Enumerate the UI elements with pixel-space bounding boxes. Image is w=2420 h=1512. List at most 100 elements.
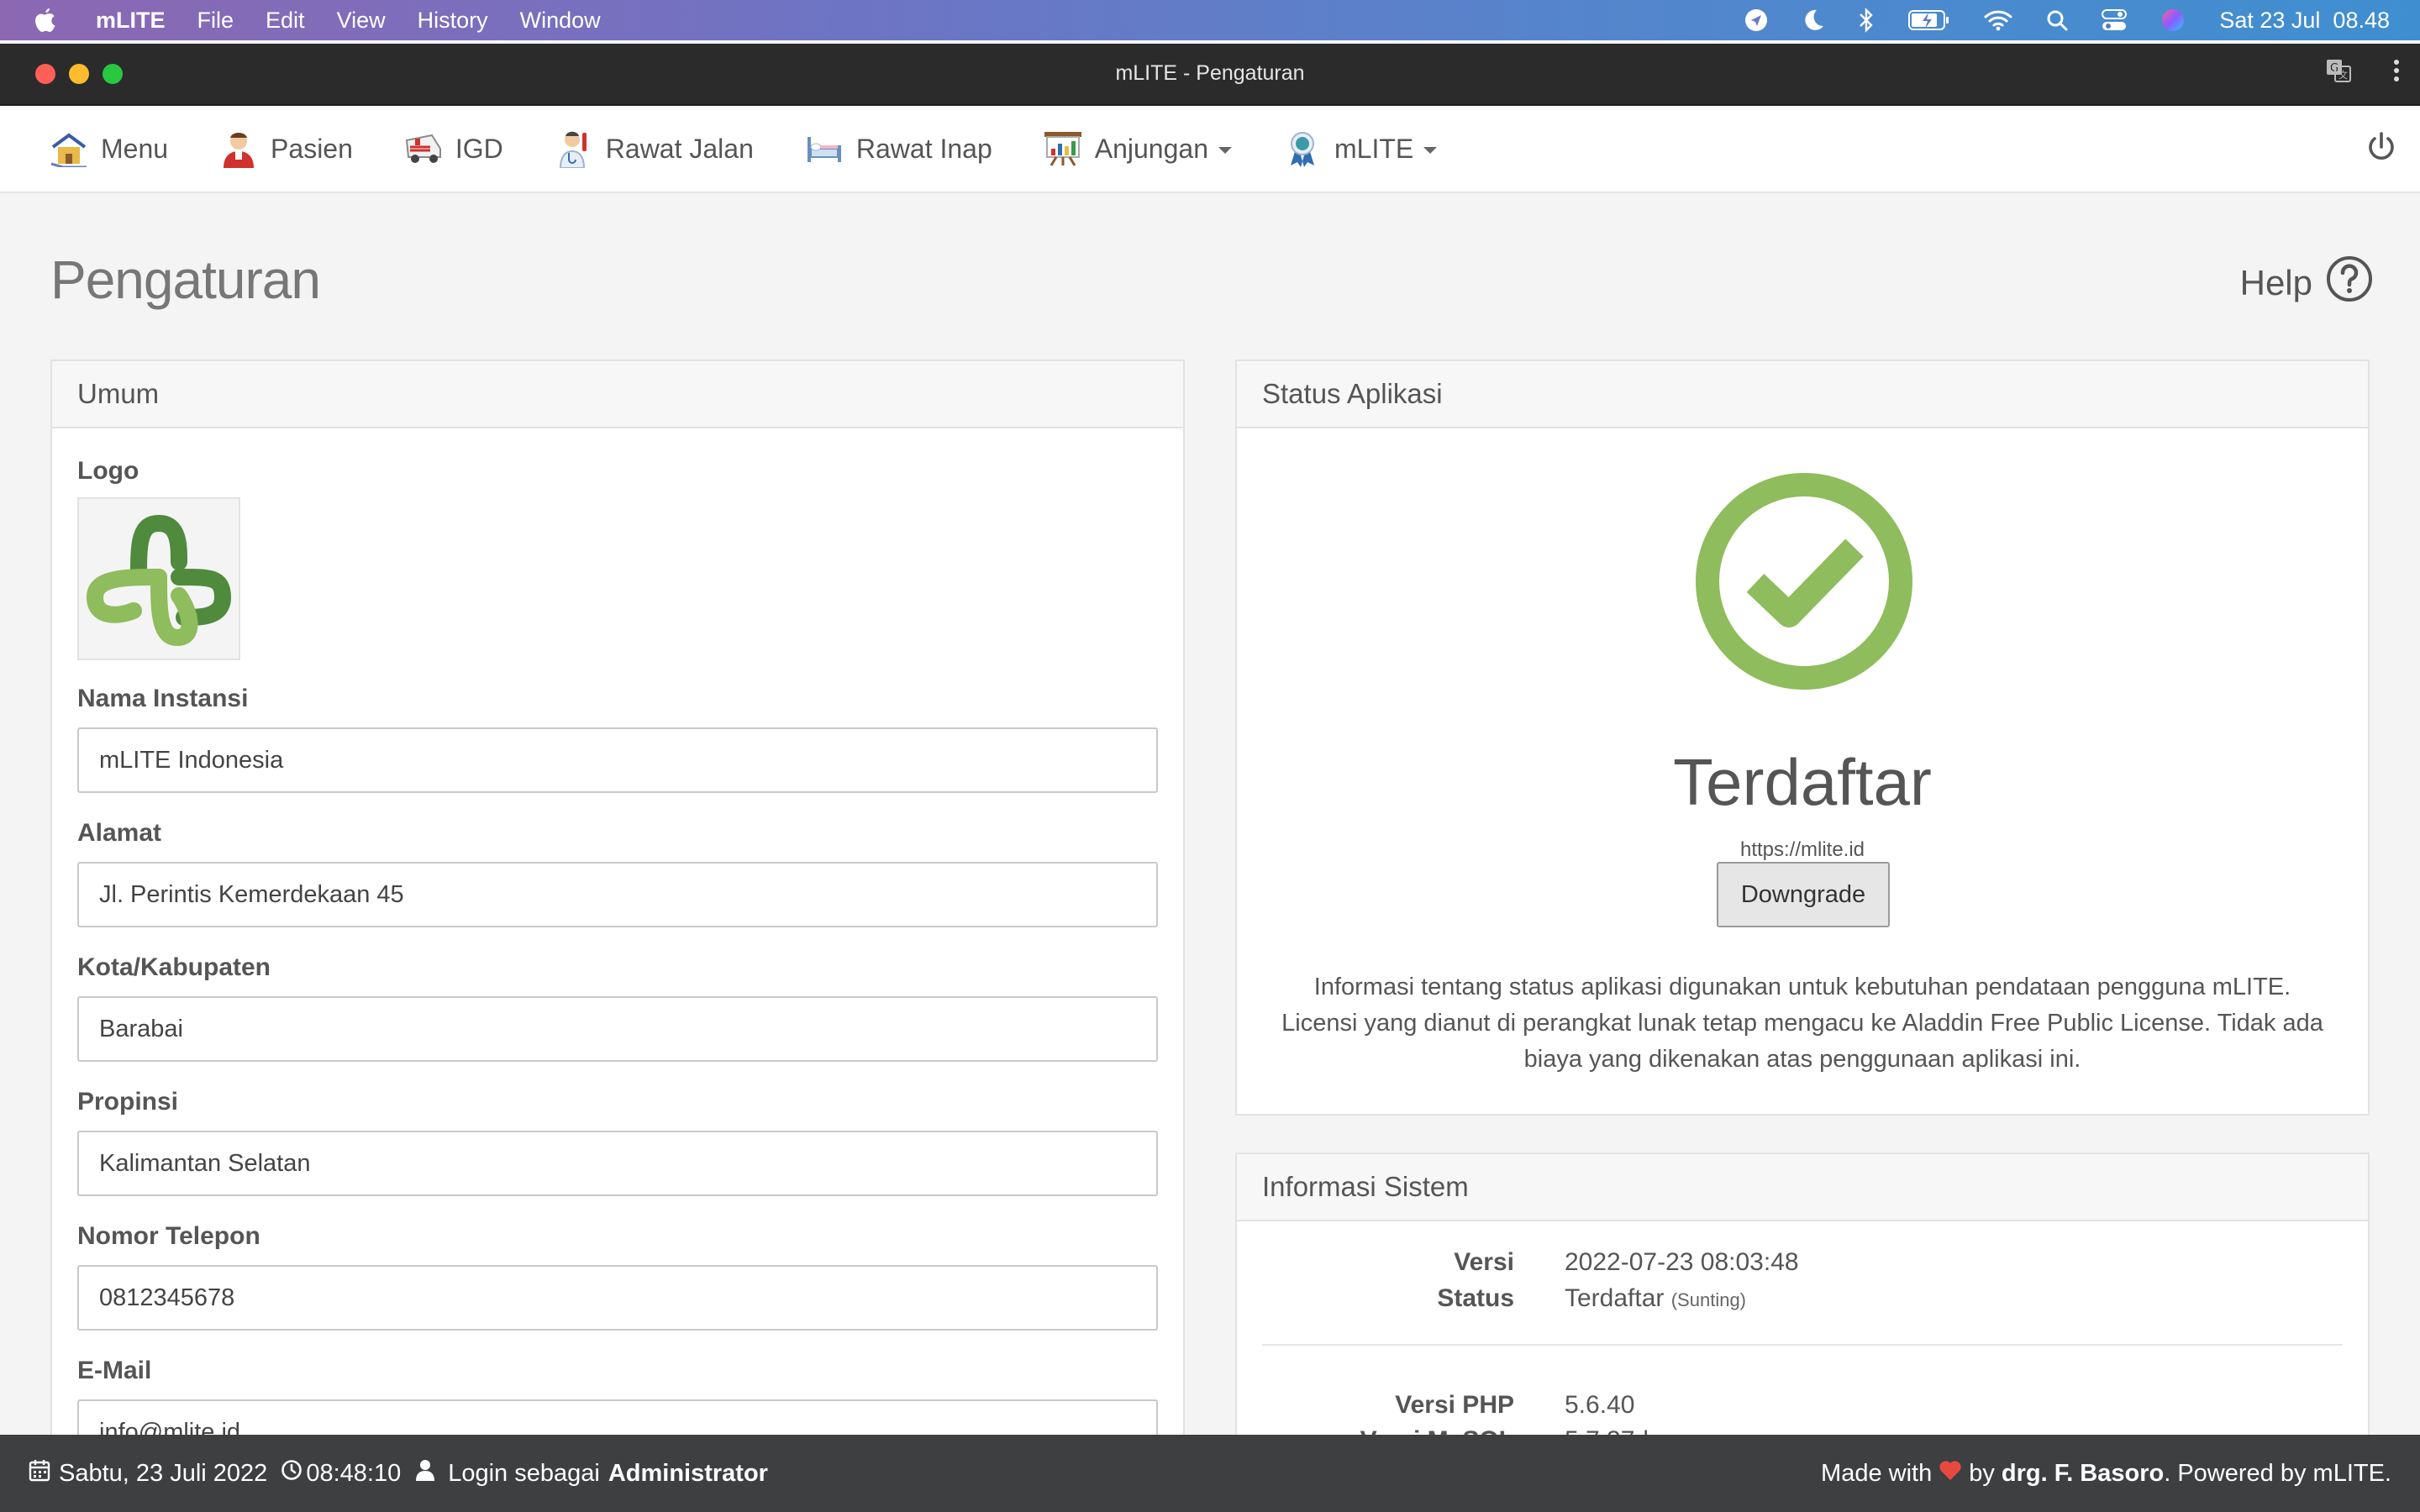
nav-item-menu[interactable]: Menu xyxy=(49,129,168,169)
footer-author[interactable]: drg. F. Basoro xyxy=(2002,1460,2164,1488)
field-label-kota: Kota/Kabupaten xyxy=(77,953,271,981)
menubar-window[interactable]: Window xyxy=(520,8,601,34)
nav-label-menu: Menu xyxy=(101,133,169,164)
window-title: mLITE - Pengaturan xyxy=(1115,61,1305,85)
translate-icon[interactable]: G文 xyxy=(2326,59,2351,88)
footer-powered: . Powered by mLITE. xyxy=(2164,1459,2391,1487)
calendar-icon xyxy=(29,1458,50,1488)
siri-icon[interactable] xyxy=(2160,8,2186,33)
battery-icon[interactable] xyxy=(1908,9,1950,31)
status-aplikasi-panel: Status Aplikasi Terdaftar https://mlite.… xyxy=(1235,360,2370,1116)
user-icon xyxy=(416,1459,435,1488)
question-circle-icon xyxy=(2326,255,2373,311)
clock-icon xyxy=(281,1459,302,1488)
menubar-view[interactable]: View xyxy=(337,8,386,34)
nav-label-rawat-jalan: Rawat Jalan xyxy=(605,133,754,164)
help-label: Help xyxy=(2239,263,2312,302)
bluetooth-icon[interactable] xyxy=(1858,8,1875,33)
patient-icon xyxy=(218,129,259,169)
nav-item-rawat-inap[interactable]: Rawat Inap xyxy=(804,129,992,169)
field-label-propinsi: Propinsi xyxy=(77,1088,179,1116)
nav-label-pasien: Pasien xyxy=(271,133,353,164)
chevron-down-icon xyxy=(1218,147,1232,154)
nav-item-mlite[interactable]: mLITE xyxy=(1282,129,1438,169)
sunting-link[interactable]: (Sunting) xyxy=(1671,1289,1746,1310)
bed-icon xyxy=(804,129,844,169)
nav-label-mlite: mLITE xyxy=(1334,133,1414,164)
app-navbar: Menu Pasien IGD Rawat Jalan Rawat Inap A… xyxy=(0,106,2420,193)
footer-user[interactable]: Administrator xyxy=(608,1460,768,1488)
nav-label-igd: IGD xyxy=(455,133,503,164)
menubar-edit[interactable]: Edit xyxy=(266,8,305,34)
alamat-field[interactable] xyxy=(77,862,1158,927)
logo-upload[interactable] xyxy=(77,497,240,660)
doctor-icon xyxy=(554,129,594,169)
app-status-info: Informasi tentang status aplikasi diguna… xyxy=(1281,974,2323,1073)
propinsi-field[interactable] xyxy=(77,1131,1158,1196)
control-center-icon[interactable] xyxy=(2102,8,2128,32)
os-menubar: mLITE File Edit View History Window Sat … xyxy=(0,0,2420,40)
apple-icon[interactable] xyxy=(34,7,67,34)
umum-panel: Umum Logo Nama Instansi Alamat Kota/Kabu… xyxy=(50,360,1185,1465)
nav-label-rawat-inap: Rawat Inap xyxy=(855,133,992,164)
power-icon[interactable] xyxy=(2366,131,2396,169)
info-val-php: 5.6.40 xyxy=(1565,1391,1635,1419)
nav-label-anjungan: Anjungan xyxy=(1094,133,1208,164)
menubar-app-name[interactable]: mLITE xyxy=(96,8,166,34)
info-key-php: Versi PHP xyxy=(1395,1391,1514,1419)
footer-login-prefix: Login sebagai xyxy=(448,1459,600,1487)
location-icon[interactable] xyxy=(1744,8,1769,33)
informasi-sistem-heading: Informasi Sistem xyxy=(1237,1154,2368,1221)
field-label-email: E-Mail xyxy=(77,1357,152,1384)
svg-text:文: 文 xyxy=(2338,69,2348,81)
field-label-nama-instansi: Nama Instansi xyxy=(77,685,249,712)
ambulance-icon xyxy=(403,129,444,169)
field-label-telepon: Nomor Telepon xyxy=(77,1222,260,1250)
menubar-file[interactable]: File xyxy=(197,8,234,34)
nav-item-rawat-jalan[interactable]: Rawat Jalan xyxy=(554,129,754,169)
window-close-button[interactable] xyxy=(35,64,55,84)
footer-time: 08:48:10 xyxy=(306,1459,402,1487)
window-minimize-button[interactable] xyxy=(69,64,89,84)
nama-instansi-field[interactable] xyxy=(77,727,1158,793)
award-icon xyxy=(1282,129,1323,169)
heart-icon xyxy=(1939,1459,1962,1488)
app-status-text: Terdaftar xyxy=(1673,745,1932,819)
nav-item-pasien[interactable]: Pasien xyxy=(218,129,353,169)
footer-made-with: Made with xyxy=(1821,1459,1933,1487)
info-val-status: Terdaftar xyxy=(1565,1284,1665,1312)
page-title: Pengaturan xyxy=(50,249,321,310)
info-val-versi: 2022-07-23 08:03:48 xyxy=(1565,1248,1799,1276)
status-aplikasi-heading: Status Aplikasi xyxy=(1237,361,2368,428)
footer-bar: Sabtu, 23 Juli 2022 08:48:10 Login sebag… xyxy=(0,1435,2420,1512)
nav-item-igd[interactable]: IGD xyxy=(403,129,503,169)
logo-label: Logo xyxy=(77,457,139,485)
help-button[interactable]: Help xyxy=(2240,255,2373,311)
window-zoom-button[interactable] xyxy=(103,64,123,84)
mlite-logo xyxy=(85,503,233,655)
info-key-versi: Versi xyxy=(1454,1248,1514,1276)
downgrade-button[interactable]: Downgrade xyxy=(1717,862,1890,927)
app-status-url[interactable]: https://mlite.id xyxy=(1237,838,2368,862)
footer-by: by xyxy=(1969,1459,1995,1487)
house-icon xyxy=(49,129,89,169)
check-circle-icon xyxy=(1695,472,1913,695)
umum-heading: Umum xyxy=(52,361,1183,428)
info-val-status-wrap: Terdaftar (Sunting) xyxy=(1565,1284,1746,1313)
kota-field[interactable] xyxy=(77,996,1158,1062)
field-label-alamat: Alamat xyxy=(77,819,162,847)
chevron-down-icon xyxy=(1423,147,1438,154)
footer-date: Sabtu, 23 Juli 2022 xyxy=(59,1459,268,1487)
presentation-icon xyxy=(1043,129,1083,169)
telepon-field[interactable] xyxy=(77,1265,1158,1331)
spotlight-icon[interactable] xyxy=(2046,9,2068,31)
nav-item-anjungan[interactable]: Anjungan xyxy=(1043,129,1232,169)
more-options-icon[interactable] xyxy=(2393,59,2400,88)
menubar-history[interactable]: History xyxy=(418,8,488,34)
moon-icon[interactable] xyxy=(1802,8,1824,32)
menubar-datetime[interactable]: Sat 23 Jul 08.48 xyxy=(2219,8,2390,34)
wifi-icon[interactable] xyxy=(1984,9,2012,31)
window-titlebar: mLITE - Pengaturan G文 xyxy=(0,44,2420,106)
divider xyxy=(1262,1344,2343,1346)
info-key-status: Status xyxy=(1437,1284,1514,1312)
